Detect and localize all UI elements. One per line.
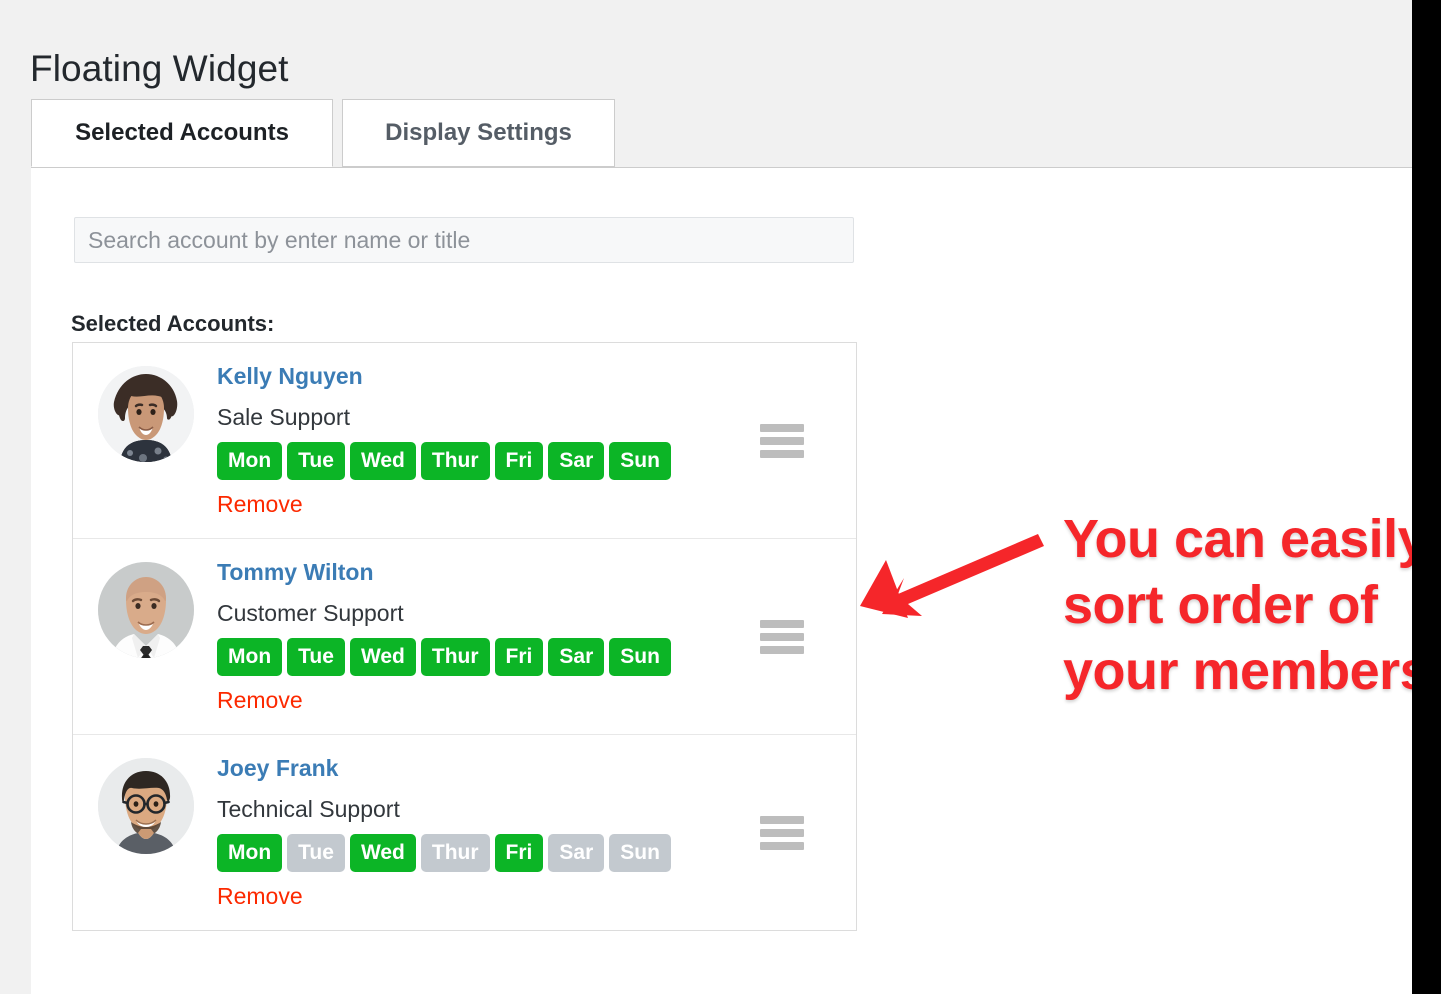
day-badge-thur[interactable]: Thur: [420, 638, 490, 676]
day-badge-sun[interactable]: Sun: [609, 442, 671, 480]
day-badge-tue[interactable]: Tue: [287, 442, 345, 480]
account-name-link[interactable]: Joey Frank: [217, 753, 338, 783]
account-job-title: Technical Support: [217, 796, 400, 822]
account-row[interactable]: Kelly Nguyen Sale Support Mon Tue Wed Th…: [73, 343, 856, 539]
day-badge-wed[interactable]: Wed: [349, 638, 416, 676]
day-badge-thur[interactable]: Thur: [420, 442, 490, 480]
day-badge-tue[interactable]: Tue: [287, 638, 345, 676]
annotation-text: You can easily sort order of your member…: [1062, 508, 1413, 703]
day-badge-tue[interactable]: Tue: [287, 834, 345, 872]
search-input[interactable]: [74, 217, 854, 263]
day-badge-group: Mon Tue Wed Thur Fri Sar Sun: [217, 638, 736, 676]
tab-display-settings-label: Display Settings: [385, 119, 572, 146]
remove-account-link[interactable]: Remove: [217, 883, 303, 910]
tab-content-panel: Selected Accounts:: [31, 167, 1412, 994]
account-row[interactable]: Joey Frank Technical Support Mon Tue Wed…: [73, 735, 856, 930]
drag-handle-icon[interactable]: [760, 619, 804, 654]
day-badge-sar[interactable]: Sar: [548, 834, 605, 872]
day-badge-fri[interactable]: Fri: [494, 834, 544, 872]
account-name-link[interactable]: Kelly Nguyen: [217, 361, 363, 391]
day-badge-sun[interactable]: Sun: [609, 834, 671, 872]
day-badge-fri[interactable]: Fri: [494, 638, 544, 676]
account-job-title: Customer Support: [217, 600, 404, 626]
account-row[interactable]: Tommy Wilton Customer Support Mon Tue We…: [73, 539, 856, 735]
tab-display-settings[interactable]: Display Settings: [342, 99, 615, 167]
remove-account-link[interactable]: Remove: [217, 491, 303, 518]
day-badge-group: Mon Tue Wed Thur Fri Sar Sun: [217, 834, 736, 872]
annotation-arrow-icon: [860, 534, 1044, 618]
remove-account-link[interactable]: Remove: [217, 687, 303, 714]
selected-accounts-list: Kelly Nguyen Sale Support Mon Tue Wed Th…: [72, 342, 857, 931]
page-title: Floating Widget: [30, 47, 289, 89]
avatar: [98, 366, 194, 462]
day-badge-mon[interactable]: Mon: [217, 442, 283, 480]
day-badge-wed[interactable]: Wed: [349, 834, 416, 872]
drag-handle-icon[interactable]: [760, 815, 804, 850]
account-name-link[interactable]: Tommy Wilton: [217, 557, 374, 587]
avatar: [98, 758, 194, 854]
day-badge-sar[interactable]: Sar: [548, 638, 605, 676]
day-badge-sun[interactable]: Sun: [609, 638, 671, 676]
drag-handle-icon[interactable]: [760, 423, 804, 458]
day-badge-group: Mon Tue Wed Thur Fri Sar Sun: [217, 442, 736, 480]
day-badge-wed[interactable]: Wed: [349, 442, 416, 480]
day-badge-mon[interactable]: Mon: [217, 638, 283, 676]
account-job-title: Sale Support: [217, 404, 350, 430]
day-badge-sar[interactable]: Sar: [548, 442, 605, 480]
tab-selected-accounts-label: Selected Accounts: [75, 119, 289, 146]
day-badge-fri[interactable]: Fri: [494, 442, 544, 480]
right-black-strip: [1412, 0, 1441, 994]
tab-selected-accounts[interactable]: Selected Accounts: [31, 99, 333, 167]
avatar: [98, 562, 194, 658]
selected-accounts-heading: Selected Accounts:: [71, 311, 275, 336]
day-badge-thur[interactable]: Thur: [420, 834, 490, 872]
admin-page: Floating Widget Selected Accounts Displa…: [0, 0, 1412, 994]
day-badge-mon[interactable]: Mon: [217, 834, 283, 872]
